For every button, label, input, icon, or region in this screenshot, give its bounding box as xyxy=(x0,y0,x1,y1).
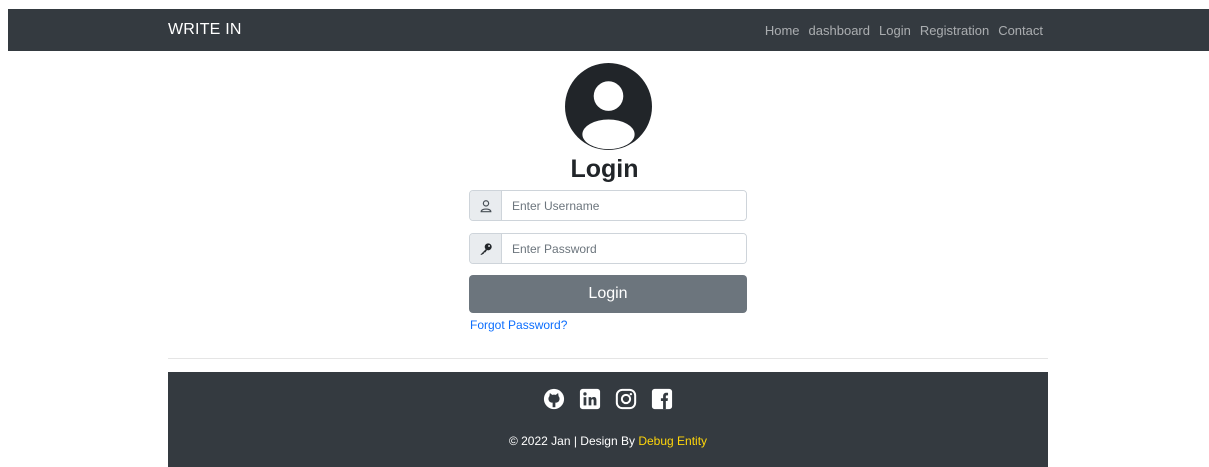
user-icon xyxy=(470,191,502,220)
instagram-icon[interactable] xyxy=(615,388,637,410)
login-button[interactable]: Login xyxy=(469,275,747,313)
password-input[interactable] xyxy=(502,234,746,263)
github-icon[interactable] xyxy=(543,388,565,410)
nav-link-home[interactable]: Home xyxy=(765,23,800,38)
footer: © 2022 Jan | Design By Debug Entity xyxy=(168,372,1048,467)
password-group xyxy=(469,233,747,264)
username-input[interactable] xyxy=(502,191,746,220)
navbar: WRITE IN Home dashboard Login Registrati… xyxy=(8,9,1209,51)
divider xyxy=(168,358,1048,359)
nav-links: Home dashboard Login Registration Contac… xyxy=(765,23,1043,38)
social-links xyxy=(168,388,1048,410)
copyright-label: © 2022 Jan | Design By xyxy=(508,434,635,448)
credit-link[interactable]: Debug Entity xyxy=(638,434,707,448)
user-avatar-icon xyxy=(565,63,652,150)
forgot-password-link[interactable]: Forgot Password? xyxy=(470,318,567,332)
username-group xyxy=(469,190,747,221)
nav-link-login[interactable]: Login xyxy=(879,23,911,38)
login-title: Login xyxy=(570,155,639,183)
nav-link-contact[interactable]: Contact xyxy=(998,23,1043,38)
linkedin-icon[interactable] xyxy=(579,388,601,410)
facebook-icon[interactable] xyxy=(651,388,673,410)
brand-logo[interactable]: WRITE IN xyxy=(168,21,242,39)
copyright-text: © 2022 Jan | Design By Debug Entity xyxy=(168,434,1048,448)
key-icon xyxy=(470,234,502,263)
nav-link-dashboard[interactable]: dashboard xyxy=(809,23,870,38)
nav-link-registration[interactable]: Registration xyxy=(920,23,989,38)
